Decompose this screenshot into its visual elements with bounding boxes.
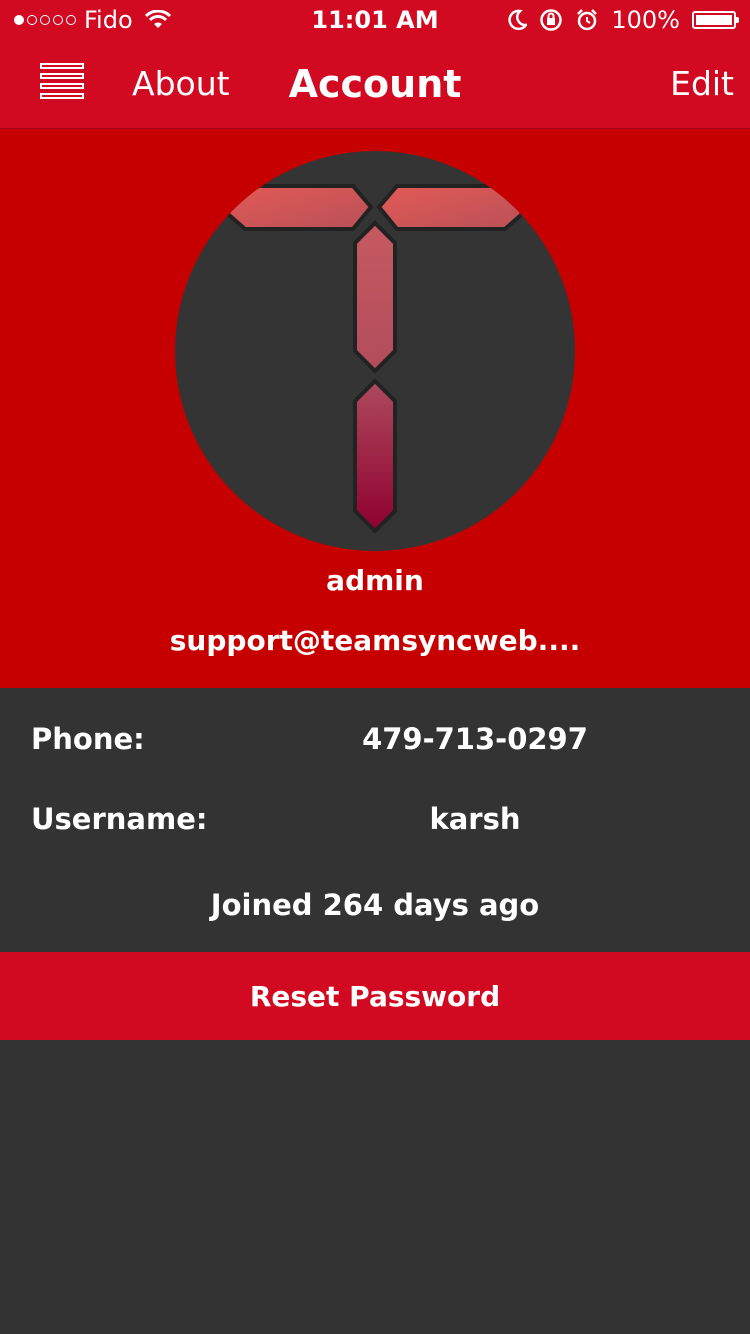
navigation-bar: About Account Edit xyxy=(0,40,750,129)
alarm-icon xyxy=(577,9,598,31)
profile-header: admin support@teamsyncweb.... xyxy=(0,129,750,688)
reset-password-button[interactable]: Reset Password xyxy=(0,952,750,1040)
joined-text: Joined 264 days ago xyxy=(210,888,540,922)
username-value: karsh xyxy=(429,802,521,836)
menu-icon[interactable] xyxy=(40,63,84,101)
rotation-lock-icon xyxy=(540,9,563,31)
reset-password-label: Reset Password xyxy=(249,979,501,1013)
page-title: Account xyxy=(288,62,462,106)
profile-name: admin xyxy=(326,564,424,597)
status-bar: Fido 11:01 AM 100% xyxy=(0,0,750,40)
username-label: Username: xyxy=(31,802,208,836)
profile-email: support@teamsyncweb.... xyxy=(169,624,581,657)
about-button[interactable]: About xyxy=(132,64,230,103)
moon-icon xyxy=(508,9,528,31)
edit-button[interactable]: Edit xyxy=(670,64,734,103)
phone-value: 479-713-0297 xyxy=(362,722,588,756)
status-right: 100% xyxy=(507,6,739,34)
phone-label: Phone: xyxy=(31,722,145,756)
avatar[interactable] xyxy=(175,151,575,551)
battery-percent: 100% xyxy=(611,6,680,34)
battery-icon xyxy=(692,11,739,29)
